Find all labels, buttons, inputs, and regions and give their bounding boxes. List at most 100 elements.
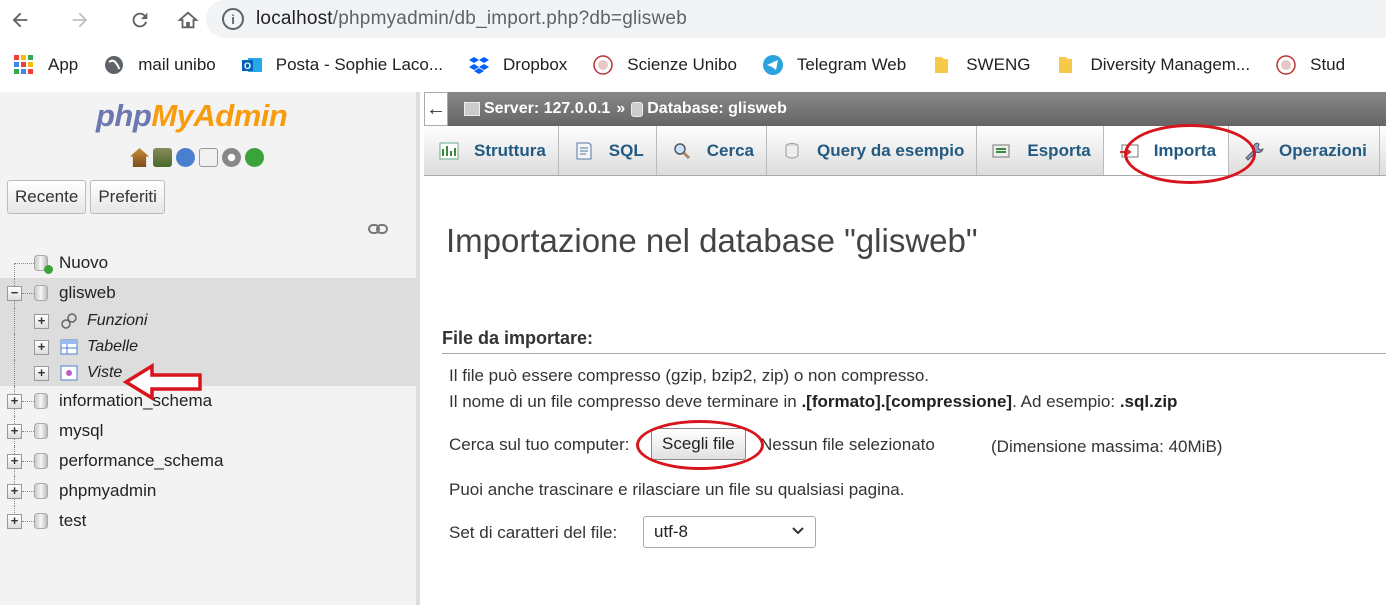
tree-db-glisweb[interactable]: − glisweb (0, 278, 416, 308)
help-icon[interactable] (176, 148, 195, 167)
charset-select[interactable]: utf-8 (643, 516, 816, 548)
bookmark-label: SWENG (966, 55, 1031, 74)
bookmark-item[interactable]: O Posta - Sophie Laco... (241, 55, 443, 75)
arrow-left-icon (12, 12, 28, 28)
bookmark-label: Diversity Managem... (1090, 55, 1251, 74)
tables-icon (60, 338, 78, 356)
unibo-seal-icon (593, 55, 614, 75)
expand-icon[interactable]: + (7, 423, 22, 439)
gear-icon[interactable] (222, 148, 241, 167)
server-icon (464, 102, 480, 116)
tree-db-label: phpmyadmin (59, 481, 157, 500)
expand-icon[interactable]: + (34, 365, 49, 381)
functions-icon (60, 312, 78, 330)
max-size-text: (Dimensione massima: 40MiB) (991, 437, 1223, 456)
forward-button[interactable] (60, 0, 100, 40)
expand-icon[interactable]: + (34, 313, 49, 329)
home-icon[interactable] (130, 148, 149, 167)
url-text: localhost/phpmyadmin/db_import.php?db=gl… (256, 8, 687, 29)
tree-db[interactable]: + performance_schema (0, 446, 416, 476)
back-button[interactable] (0, 0, 40, 40)
tab-sql[interactable]: SQL (559, 126, 657, 175)
tree-subitem[interactable]: + Viste (0, 360, 416, 386)
database-icon (631, 101, 644, 117)
expand-icon[interactable]: + (7, 453, 22, 469)
charset-value: utf-8 (654, 522, 689, 541)
database-tree: Nuovo − glisweb + Funzioni + Tabelle + Viste … (0, 248, 416, 536)
bookmark-item[interactable]: App (14, 55, 78, 75)
annotation-arrow (122, 362, 202, 402)
section-title: File da importare: (442, 328, 1386, 354)
tab-structure[interactable]: Struttura (424, 126, 559, 175)
refresh-icon[interactable] (245, 148, 264, 167)
tab-label: SQL (608, 141, 644, 160)
bookmark-item[interactable]: Dropbox (469, 55, 567, 75)
tree-db[interactable]: + mysql (0, 416, 416, 446)
sql-icon (573, 141, 595, 161)
tab-search[interactable]: Cerca (657, 126, 767, 175)
favorites-button[interactable]: Preferiti (90, 180, 165, 214)
logout-icon[interactable] (153, 148, 172, 167)
expand-icon[interactable]: + (7, 393, 22, 409)
tree-subitem[interactable]: + Funzioni (0, 308, 416, 334)
expand-icon[interactable]: + (34, 339, 49, 355)
site-info-icon[interactable]: i (222, 8, 244, 30)
bookmark-label: Scienze Unibo (627, 55, 737, 74)
phpmyadmin-logo[interactable]: phpMyAdmin (96, 98, 288, 134)
tab-query[interactable]: Query da esempio (767, 126, 978, 175)
docs-icon[interactable] (199, 148, 218, 167)
database-icon (34, 423, 48, 439)
bookmark-label: Stud (1310, 55, 1346, 74)
recent-button[interactable]: Recente (7, 180, 87, 214)
bookmark-label: Telegram Web (796, 55, 907, 74)
tree-db-label: mysql (59, 421, 104, 440)
globe-icon (104, 55, 124, 75)
tree-db-label: performance_schema (59, 451, 224, 470)
tree-new[interactable]: Nuovo (0, 248, 416, 293)
choose-file-button[interactable]: Scegli file (651, 428, 746, 460)
structure-icon (438, 141, 460, 161)
bookmark-item[interactable]: mail unibo (104, 55, 216, 75)
tab-export[interactable]: Esporta (977, 126, 1104, 175)
main-panel: ← Server: 127.0.0.1 » Database: glisweb … (424, 92, 1386, 605)
expand-icon[interactable]: + (7, 513, 22, 529)
bookmark-label: App (48, 55, 79, 74)
folder-icon (1056, 55, 1076, 75)
link-icon[interactable] (368, 222, 388, 236)
home-button[interactable] (168, 0, 208, 40)
collapse-nav-button[interactable]: ← (424, 92, 448, 126)
query-icon (781, 141, 803, 161)
bookmark-item[interactable]: Telegram Web (762, 55, 907, 75)
bookmark-item[interactable]: Diversity Managem... (1056, 55, 1250, 75)
dropbox-icon (469, 55, 490, 75)
tree-db[interactable]: + test (0, 506, 416, 536)
tree-db[interactable]: + information_schema (0, 386, 416, 416)
tab-wrench[interactable]: Operazioni (1229, 126, 1380, 175)
drag-note: Puoi anche trascinare e rilasciare un fi… (449, 480, 905, 499)
tab-import[interactable]: Importa (1103, 126, 1230, 175)
expand-icon[interactable]: + (7, 483, 22, 499)
tree-subitem[interactable]: + Tabelle (0, 334, 416, 360)
bookmark-label: mail unibo (138, 55, 216, 74)
tab-label: Esporta (1027, 141, 1091, 160)
bookmark-item[interactable]: Stud (1276, 55, 1345, 75)
chevron-down-icon (792, 527, 804, 535)
arrow-right-icon (72, 12, 88, 28)
navigation-panel: phpMyAdmin Recente Preferiti Nuovo − gli… (0, 92, 420, 605)
reload-button[interactable] (120, 0, 160, 40)
folder-icon (932, 55, 952, 75)
tab-label: Operazioni (1279, 141, 1367, 160)
bookmark-item[interactable]: Scienze Unibo (593, 55, 737, 75)
breadcrumb-separator: » (616, 100, 626, 117)
breadcrumb-server[interactable]: Server: 127.0.0.1 (484, 100, 610, 118)
url-bar[interactable]: i localhost/phpmyadmin/db_import.php?db=… (206, 0, 1386, 38)
database-icon (34, 513, 48, 529)
browser-toolbar: i localhost/phpmyadmin/db_import.php?db=… (0, 0, 1386, 40)
database-icon (34, 285, 48, 301)
bookmark-item[interactable]: SWENG (932, 55, 1030, 75)
breadcrumb: ← Server: 127.0.0.1 » Database: glisweb (424, 92, 1386, 126)
collapse-icon[interactable]: − (7, 285, 22, 301)
tree-db[interactable]: + phpmyadmin (0, 476, 416, 506)
tab-bar: Struttura SQL Cerca Query da esempio Esporta… (424, 126, 1386, 176)
breadcrumb-database[interactable]: Database: glisweb (647, 100, 787, 118)
